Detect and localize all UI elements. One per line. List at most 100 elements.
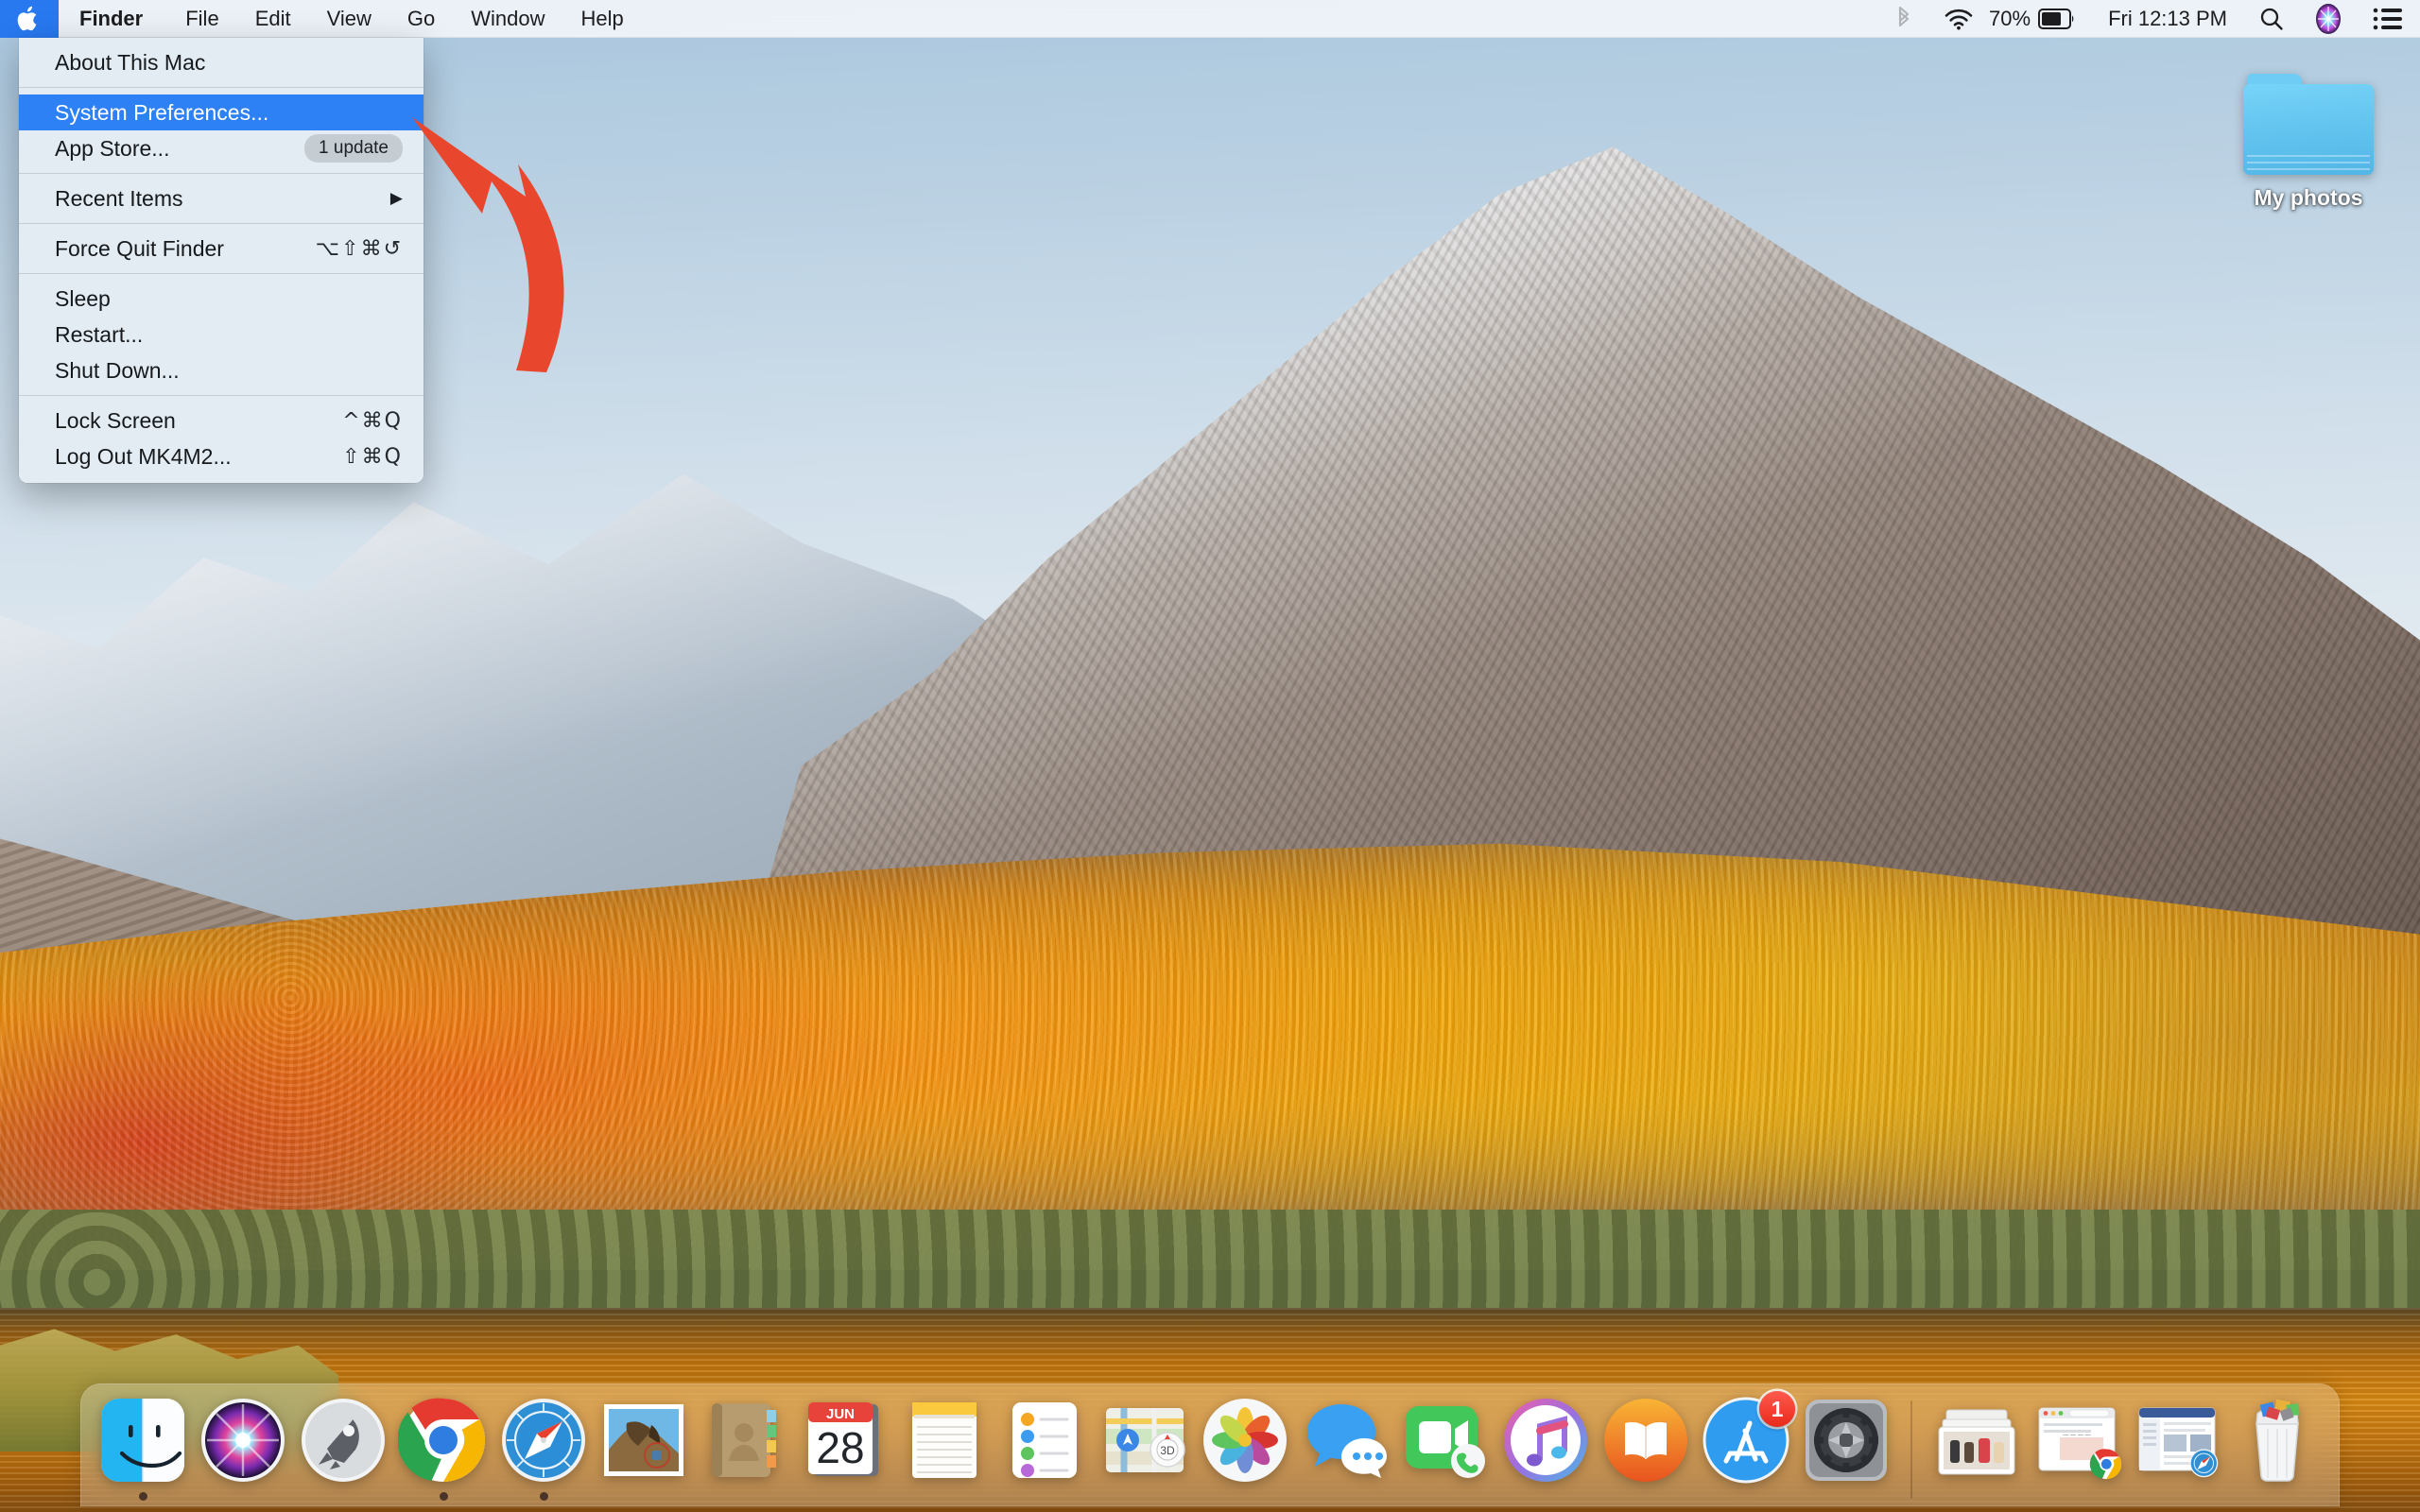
apple-menu-dropdown: About This Mac System Preferences... App… [19,38,424,483]
menu-item-label: Recent Items [55,185,183,211]
desktop-icon-my-photos[interactable]: My photos [2223,74,2394,211]
dock-item-maps[interactable]: 3D [1098,1395,1192,1506]
macos-desktop-screen: My photos Finder File Edit View Go Windo… [0,0,2420,1512]
desktop-icon-label: My photos [2254,185,2363,210]
dock-item-launchpad[interactable] [296,1395,390,1506]
menu-bar-item-edit[interactable]: Edit [237,0,309,38]
running-indicator [2273,1492,2282,1501]
dock-item-notes[interactable] [897,1395,992,1506]
menu-item-label: Lock Screen [55,407,176,433]
dock-item-finder[interactable] [95,1395,190,1506]
siri-icon [198,1395,288,1486]
menu-bar-item-finder[interactable]: Finder [59,0,167,38]
dock-item-books[interactable] [1599,1395,1693,1506]
notes-icon [899,1395,990,1486]
dock-item-trash[interactable] [2230,1395,2325,1506]
chrome-icon [397,1395,489,1486]
menu-separator [19,173,424,174]
menu-item-recent-items[interactable]: Recent Items ▶ [19,180,424,216]
system-preferences-icon [1801,1395,1892,1486]
running-indicator [2073,1492,2082,1501]
folder-icon [2243,74,2374,176]
contacts-icon [699,1395,789,1486]
dock-item-itunes[interactable] [1498,1395,1593,1506]
menu-bar-item-go[interactable]: Go [389,0,453,38]
wifi-icon[interactable] [1928,0,1989,38]
search-icon[interactable] [2244,0,2299,38]
menu-bar-item-view[interactable]: View [309,0,389,38]
menu-item-shortcut: ⌥⇧⌘↺ [315,236,403,261]
running-indicator [1742,1492,1751,1501]
menu-separator [19,395,424,396]
menu-bar-item-window[interactable]: Window [453,0,562,38]
dock-item-minimized-safari-window[interactable] [2130,1395,2224,1506]
menu-item-app-store[interactable]: App Store... 1 update [19,130,424,166]
menu-item-log-out[interactable]: Log Out MK4M2... ⇧⌘Q [19,438,424,474]
minimized-window-chrome-icon: — — — — [2031,1395,2122,1486]
bluetooth-icon[interactable] [1879,0,1928,38]
running-indicator [339,1492,348,1501]
dock-item-minimized-chrome-window[interactable]: — — — — [2030,1395,2124,1506]
dock-item-app-store[interactable]: 1 [1699,1391,1795,1506]
calendar-day-label: 28 [816,1423,864,1472]
menu-separator [19,223,424,224]
dock-item-photos[interactable] [1198,1395,1292,1506]
menu-item-label: Force Quit Finder [55,235,224,261]
dock-item-facetime[interactable] [1398,1395,1493,1506]
menu-item-label: Shut Down... [55,357,180,383]
menu-item-lock-screen[interactable]: Lock Screen ^⌘Q [19,403,424,438]
books-icon [1600,1395,1691,1486]
running-indicator [539,1492,548,1501]
dock-item-google-chrome[interactable] [396,1395,491,1506]
menu-item-sleep[interactable]: Sleep [19,281,424,317]
reminders-icon [999,1395,1090,1486]
dock-item-system-preferences[interactable] [1799,1395,1893,1506]
itunes-icon [1500,1395,1591,1486]
dock-item-reminders[interactable] [997,1395,1092,1506]
menu-separator [19,87,424,88]
running-indicator [1542,1492,1550,1501]
siri-icon[interactable] [2299,0,2358,38]
apple-logo-icon [17,6,37,30]
menu-item-label: About This Mac [55,49,206,75]
svg-text:— — — —: — — — — [2063,1433,2090,1438]
menu-item-shortcut: ⇧⌘Q [342,444,403,469]
app-store-update-badge: 1 update [304,134,403,163]
menu-item-restart[interactable]: Restart... [19,317,424,352]
app-store-badge: 1 [1759,1391,1795,1427]
menu-bar-clock[interactable]: Fri 12:13 PM [2091,7,2244,31]
menu-item-label: App Store... [55,135,170,161]
running-indicator [1842,1492,1851,1501]
menu-separator [19,273,424,274]
battery-percent-label: 70% [1989,6,2031,30]
maps-icon: 3D [1099,1395,1190,1486]
apple-menu-button[interactable] [0,0,59,38]
menu-item-system-preferences[interactable]: System Preferences... [19,94,424,130]
dock-item-siri[interactable] [196,1395,290,1506]
menu-item-label: System Preferences... [55,99,269,125]
calendar-icon: JUN 28 [799,1395,890,1486]
menu-item-label: Sleep [55,285,111,311]
dock-item-mail[interactable] [596,1395,691,1506]
running-indicator [941,1492,949,1501]
dock-item-stack[interactable] [1929,1395,2024,1506]
dock-item-contacts[interactable] [697,1395,791,1506]
menu-item-force-quit-finder[interactable]: Force Quit Finder ⌥⇧⌘↺ [19,231,424,266]
running-indicator [1341,1492,1350,1501]
dock-item-safari[interactable] [496,1395,591,1506]
menu-bar-status-area: 70% Fri 12:13 PM [1879,0,2420,38]
menu-item-shut-down[interactable]: Shut Down... [19,352,424,388]
battery-icon[interactable] [2036,0,2091,38]
finder-icon [97,1395,188,1486]
running-indicator [740,1492,749,1501]
running-indicator [640,1492,648,1501]
menu-bar-item-file[interactable]: File [167,0,236,38]
dock-item-messages[interactable] [1298,1395,1392,1506]
messages-icon [1300,1395,1391,1486]
menu-item-about-this-mac[interactable]: About This Mac [19,44,424,80]
dock-item-calendar[interactable]: JUN 28 [797,1395,891,1506]
menu-item-label: Log Out MK4M2... [55,443,232,469]
menu-bar-item-help[interactable]: Help [563,0,642,38]
minimized-window-safari-icon [2132,1395,2222,1486]
notification-center-icon[interactable] [2358,0,2403,38]
